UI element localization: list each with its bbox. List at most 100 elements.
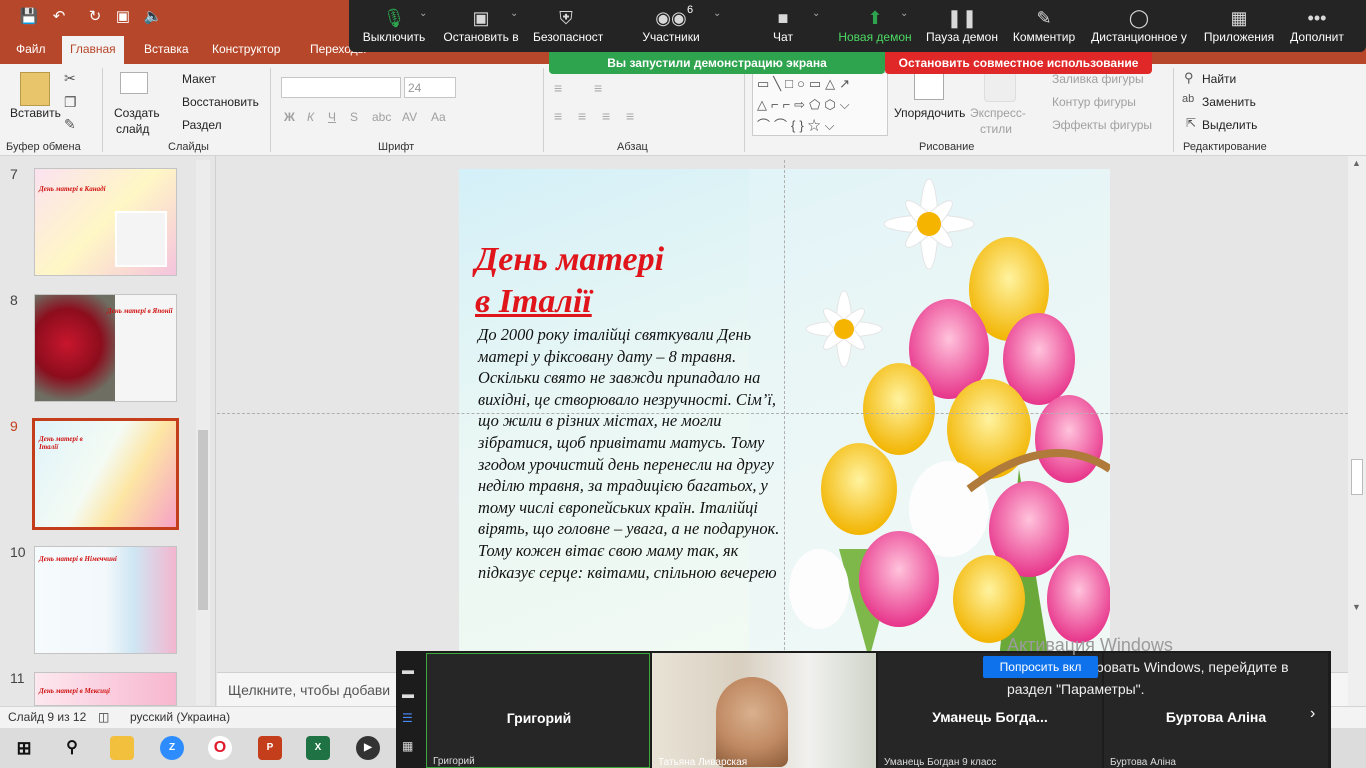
align-left-icon[interactable]: ≡ xyxy=(554,108,562,124)
gallery-view-icon[interactable]: ▬ xyxy=(402,687,420,701)
slide-thumbnail-10[interactable]: День матері в Німеччині xyxy=(34,546,177,654)
italic-button[interactable]: К xyxy=(307,110,314,124)
justify-icon[interactable]: ≡ xyxy=(626,108,634,124)
search-icon[interactable]: ⚲ xyxy=(60,736,84,760)
layout-button[interactable]: Макет xyxy=(182,72,216,86)
chevron-down-icon[interactable]: ⌄ xyxy=(900,8,908,19)
annotate-button[interactable]: ✎ Комментир xyxy=(1011,6,1077,50)
spellcheck-icon[interactable]: ◫ xyxy=(98,710,109,724)
arrange-icon[interactable] xyxy=(914,72,944,100)
tab-home[interactable]: Главная xyxy=(62,36,124,64)
zoom-icon[interactable]: Z xyxy=(160,736,184,760)
quick-styles-button-l2[interactable]: стили xyxy=(980,122,1012,136)
volume-icon[interactable]: 🔈 xyxy=(142,6,164,28)
strip-view-icon[interactable]: ☰ xyxy=(402,711,420,725)
sharing-status-banner: Вы запустили демонстрацию экрана xyxy=(549,52,885,74)
slide-scrollbar[interactable]: ▲ ▼ xyxy=(1348,156,1366,712)
align-center-icon[interactable]: ≡ xyxy=(578,108,586,124)
participants-button[interactable]: ◉◉ Участники xyxy=(639,6,703,50)
participant-video-tile[interactable]: Татьяна Ливарская xyxy=(652,653,876,768)
participant-label: Уманець Богдан 9 класс xyxy=(884,757,997,768)
redo-icon[interactable]: ↻ xyxy=(84,6,106,28)
scroll-down-arrow[interactable]: ▼ xyxy=(1352,602,1361,612)
present-icon[interactable]: ▣ xyxy=(112,6,134,28)
font-name-dropdown[interactable] xyxy=(281,77,401,98)
scrollbar-thumb[interactable] xyxy=(1351,459,1363,495)
participant-tile[interactable]: Григорий Григорий xyxy=(426,653,650,768)
quick-styles-button-l1[interactable]: Экспресс- xyxy=(970,106,1026,120)
save-icon[interactable]: 💾 xyxy=(18,6,40,28)
chevron-right-icon[interactable]: › xyxy=(1310,705,1315,723)
paste-button[interactable]: Вставить xyxy=(10,106,61,120)
arrange-button[interactable]: Упорядочить xyxy=(894,106,965,120)
pause-share-button[interactable]: ❚❚ Пауза демон xyxy=(925,6,999,50)
windows-start-icon[interactable]: ⊞ xyxy=(12,736,36,760)
remote-control-button[interactable]: ◯ Дистанционное у xyxy=(1089,6,1189,50)
bullets-icon[interactable]: ≡ xyxy=(554,80,562,96)
reset-button[interactable]: Восстановить xyxy=(182,95,259,109)
shape-outline-button[interactable]: Контур фигуры xyxy=(1052,95,1136,109)
security-button[interactable]: ⛨ Безопасност xyxy=(533,6,603,50)
tab-insert[interactable]: Вставка xyxy=(136,36,197,64)
slide-body-text[interactable]: До 2000 року італійці святкували День ма… xyxy=(478,324,788,583)
underline-button[interactable]: Ч xyxy=(328,110,336,124)
scrollbar-thumb[interactable] xyxy=(198,430,208,610)
slide-thumbnail-7[interactable]: День матері в Канаді xyxy=(34,168,177,276)
minimize-icon[interactable]: ▬ xyxy=(402,663,420,677)
vertical-guide[interactable] xyxy=(784,160,785,650)
select-button[interactable]: Выделить xyxy=(1202,118,1257,132)
copy-icon[interactable]: ❐ xyxy=(64,94,77,111)
horizontal-guide[interactable] xyxy=(217,413,1348,414)
notes-placeholder[interactable]: Щелкните, чтобы добави xyxy=(228,682,390,698)
shape-effects-button[interactable]: Эффекты фигуры xyxy=(1052,118,1152,132)
new-slide-button-l1[interactable]: Создать xyxy=(114,106,160,120)
quick-styles-icon[interactable] xyxy=(984,72,1016,102)
language-indicator[interactable]: русский (Украина) xyxy=(130,710,230,724)
ask-to-unmute-button[interactable]: Попросить вкл xyxy=(983,656,1098,678)
format-painter-icon[interactable]: ✎ xyxy=(64,116,76,133)
cut-icon[interactable]: ✂ xyxy=(64,70,76,87)
stop-share-button[interactable]: Остановить совместное использование xyxy=(885,52,1152,74)
more-button[interactable]: ••• Дополнит xyxy=(1287,6,1347,50)
chat-button[interactable]: ■ Чат xyxy=(763,6,803,50)
slide-thumbnail-9[interactable]: День матері в Італії xyxy=(32,418,179,530)
chevron-down-icon[interactable]: ⌄ xyxy=(419,8,427,19)
thumbnails-scrollbar[interactable] xyxy=(196,160,210,705)
replace-button[interactable]: Заменить xyxy=(1202,95,1256,109)
section-button[interactable]: Раздел xyxy=(182,118,222,132)
align-right-icon[interactable]: ≡ xyxy=(602,108,610,124)
file-explorer-icon[interactable] xyxy=(110,736,134,760)
chevron-down-icon[interactable]: ⌄ xyxy=(713,8,721,19)
new-slide-icon[interactable] xyxy=(120,72,148,94)
shadow-button[interactable]: abc xyxy=(372,110,391,124)
find-button[interactable]: Найти xyxy=(1202,72,1236,86)
shapes-gallery[interactable]: ▭╲□○▭△↗ △⌐⌐⇨⬠⬡⌵ ⌒⌒{}☆⌵ xyxy=(752,72,888,136)
powerpoint-icon[interactable]: P xyxy=(258,736,282,760)
opera-icon[interactable]: O xyxy=(208,736,232,760)
bold-button[interactable]: Ж xyxy=(284,110,295,124)
slide-title[interactable]: День матері в Італії xyxy=(475,239,664,323)
numbering-icon[interactable]: ≡ xyxy=(594,80,602,96)
strikethrough-button[interactable]: S xyxy=(350,110,358,124)
slide-thumbnail-11[interactable]: День матері в Мексиці xyxy=(34,672,177,706)
font-size-dropdown[interactable]: 24 xyxy=(404,77,456,98)
shape-fill-button[interactable]: Заливка фигуры xyxy=(1052,72,1144,86)
slide-position-indicator: Слайд 9 из 12 xyxy=(8,710,87,724)
scroll-up-arrow[interactable]: ▲ xyxy=(1352,158,1361,168)
new-slide-button-l2[interactable]: слайд xyxy=(116,122,149,136)
tab-design[interactable]: Конструктор xyxy=(204,36,288,64)
grid-view-icon[interactable]: ▦ xyxy=(402,739,420,753)
change-case-button[interactable]: Aa xyxy=(431,110,446,124)
slide-thumbnail-8[interactable]: День матері в Японії xyxy=(34,294,177,402)
chevron-down-icon[interactable]: ⌄ xyxy=(510,8,518,19)
media-player-icon[interactable]: ▶ xyxy=(356,736,380,760)
mute-button[interactable]: 🎙 Выключить xyxy=(361,6,427,50)
paste-icon[interactable] xyxy=(20,72,50,106)
tab-file[interactable]: Файл xyxy=(8,36,54,64)
chevron-down-icon[interactable]: ⌄ xyxy=(812,8,820,19)
apps-button[interactable]: ▦ Приложения xyxy=(1201,6,1277,50)
stop-video-button[interactable]: ▣ Остановить в xyxy=(443,6,519,50)
undo-icon[interactable]: ↶ xyxy=(48,6,70,28)
excel-icon[interactable]: X xyxy=(306,736,330,760)
char-spacing-button[interactable]: AV xyxy=(402,110,417,124)
